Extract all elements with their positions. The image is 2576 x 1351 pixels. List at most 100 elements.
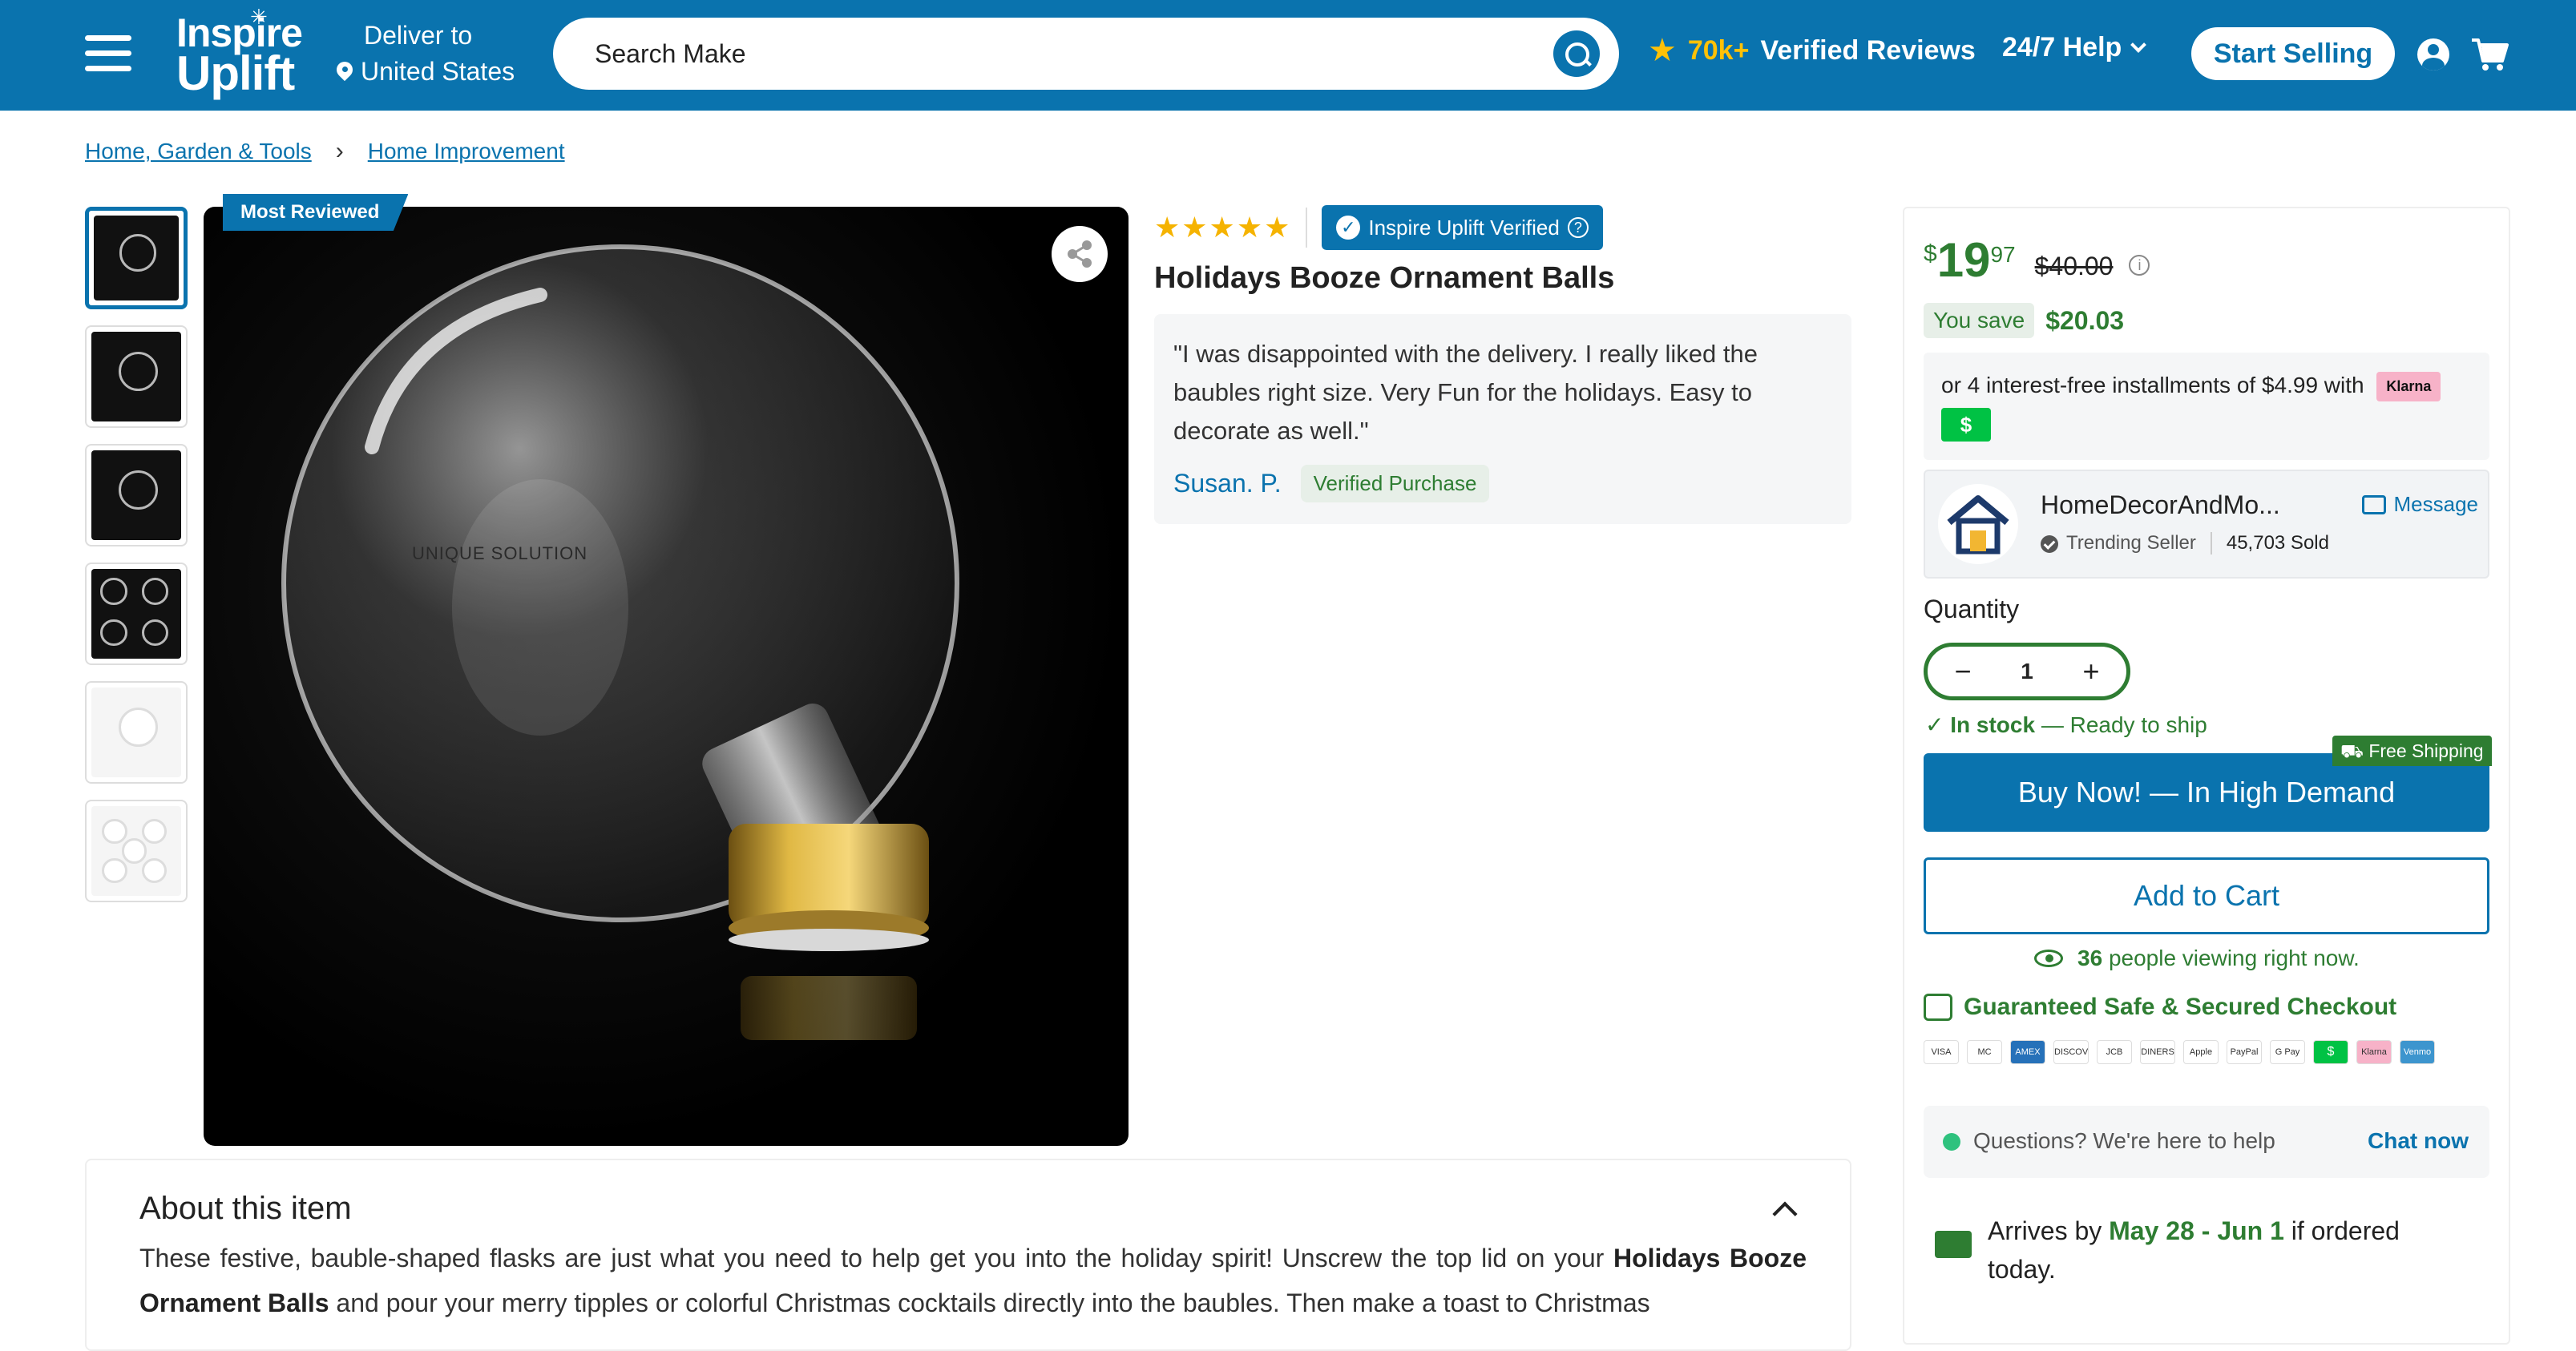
- image-watermark: UNIQUE SOLUTION: [412, 543, 588, 563]
- thumbnail-1[interactable]: [85, 207, 188, 309]
- stock-detail: — Ready to ship: [2041, 712, 2207, 737]
- share-button[interactable]: [1052, 226, 1108, 282]
- thumbnail-6[interactable]: [85, 800, 188, 902]
- thumbnail-2[interactable]: [85, 325, 188, 428]
- user-account-icon[interactable]: [2417, 38, 2449, 71]
- question-icon: ?: [1567, 217, 1589, 238]
- logo[interactable]: ✳ Inspire Uplift: [176, 5, 313, 98]
- add-to-cart-button[interactable]: Add to Cart: [1924, 857, 2489, 934]
- mastercard-icon: MC: [1967, 1040, 2002, 1064]
- thumbnail-3[interactable]: [85, 444, 188, 546]
- price: $ 19 97 $40.00 i: [1924, 232, 2150, 288]
- cart-icon[interactable]: [2470, 35, 2509, 74]
- most-reviewed-badge: Most Reviewed: [223, 194, 409, 231]
- review-quote: "I was disappointed with the delivery. I…: [1173, 340, 1758, 445]
- shopping-bag-icon: [1924, 994, 1952, 1021]
- verified-badge[interactable]: ✓ Inspire Uplift Verified ?: [1322, 205, 1603, 250]
- price-whole: 19: [1936, 233, 1991, 287]
- start-selling-button[interactable]: Start Selling: [2191, 27, 2395, 80]
- featured-review: "I was disappointed with the delivery. I…: [1154, 314, 1851, 524]
- price-old: $40.00: [2034, 252, 2114, 280]
- klarna-logo[interactable]: Klarna: [2376, 372, 2441, 401]
- seller-status: Trending Seller: [2041, 532, 2196, 555]
- verified-purchase-badge: Verified Purchase: [1300, 465, 1490, 502]
- viewing-count: 36: [2077, 946, 2103, 970]
- about-heading: About this item: [139, 1191, 352, 1226]
- viewing-text: people viewing right now.: [2108, 946, 2360, 970]
- viewers-count: 36 people viewing right now.: [2034, 946, 2360, 971]
- arrives-prefix: Arrives by: [1988, 1216, 2102, 1245]
- search-input[interactable]: [595, 32, 1476, 75]
- reviews-count: 70k+: [1687, 34, 1750, 66]
- seller-sold: 45,703 Sold: [2226, 532, 2329, 554]
- ornament-ball-image: [281, 244, 959, 1040]
- search-icon[interactable]: [1553, 30, 1600, 77]
- quantity-decrease-button[interactable]: −: [1947, 655, 1979, 688]
- house-icon: [1947, 495, 2009, 555]
- stock-status: ✓ In stock — Ready to ship: [1925, 712, 2207, 738]
- breadcrumb-separator: ›: [335, 138, 344, 164]
- help-chat-bar: Questions? We're here to help Chat now: [1924, 1106, 2489, 1178]
- location-pin-icon: [337, 62, 353, 83]
- cashapp-logo[interactable]: $: [1941, 408, 1991, 442]
- chat-now-link[interactable]: Chat now: [2368, 1128, 2469, 1154]
- about-section: About this item These festive, bauble-sh…: [85, 1159, 1851, 1351]
- discover-icon: DISCOVER: [2053, 1040, 2089, 1064]
- jcb-icon: JCB: [2097, 1040, 2132, 1064]
- paypal-icon: PayPal: [2227, 1040, 2262, 1064]
- stock-label: In stock: [1950, 712, 2036, 737]
- info-icon[interactable]: i: [2129, 255, 2150, 276]
- deliver-to[interactable]: Deliver to United States: [337, 21, 515, 87]
- seller-avatar[interactable]: [1938, 484, 2018, 564]
- safe-checkout: Guaranteed Safe & Secured Checkout: [1924, 994, 2396, 1021]
- product-title: Holidays Booze Ornament Balls: [1154, 261, 1615, 295]
- seller-name[interactable]: HomeDecorAndMo...: [2041, 490, 2280, 520]
- help-dropdown[interactable]: 24/7 Help: [2002, 32, 2147, 63]
- save-label: You save: [1924, 303, 2035, 338]
- rating-row: ★★★★★ ✓ Inspire Uplift Verified ?: [1154, 205, 1603, 250]
- message-seller-button[interactable]: Message: [2361, 492, 2479, 517]
- questions-text: Questions? We're here to help: [1973, 1128, 2275, 1153]
- amex-icon: AMEX: [2010, 1040, 2045, 1064]
- venmo-icon: Venmo: [2400, 1040, 2435, 1064]
- payment-methods: VISA MC AMEX DISCOVER JCB DINERS Apple P…: [1924, 1040, 2435, 1064]
- divider: [1306, 208, 1308, 248]
- menu-icon[interactable]: [85, 35, 131, 72]
- check-icon: [2041, 534, 2058, 553]
- quantity-value[interactable]: 1: [2021, 659, 2033, 684]
- about-text: These festive, bauble-shaped flasks are …: [139, 1244, 1807, 1317]
- safe-checkout-label: Guaranteed Safe & Secured Checkout: [1964, 994, 2397, 1020]
- deliver-location: United States: [361, 57, 515, 86]
- eye-icon: [2034, 950, 2063, 967]
- delivery-truck-icon: [1935, 1231, 1972, 1258]
- breadcrumb-home-garden-tools[interactable]: Home, Garden & Tools: [85, 139, 312, 164]
- thumbnail-list: [85, 207, 188, 918]
- message-icon: [2361, 494, 2386, 514]
- klarna-icon: Klarna: [2356, 1040, 2392, 1064]
- rating-stars[interactable]: ★★★★★: [1154, 211, 1291, 244]
- deliver-label: Deliver to: [364, 21, 473, 50]
- verified-reviews[interactable]: ★ 70k+ Verified Reviews: [1648, 32, 1976, 69]
- message-label: Message: [2393, 492, 2479, 516]
- seller-card: HomeDecorAndMo... Message Trending Selle…: [1924, 470, 2489, 579]
- breadcrumb: Home, Garden & Tools › Home Improvement: [85, 138, 565, 165]
- thumbnail-4[interactable]: [85, 563, 188, 665]
- arrival-estimate: Arrives by May 28 - Jun 1 if ordered tod…: [1988, 1212, 2469, 1288]
- arrives-dates: May 28 - Jun 1: [2109, 1216, 2284, 1245]
- save-amount: $20.03: [2045, 305, 2125, 335]
- price-cents: 97: [1990, 242, 2016, 267]
- reviews-label: Verified Reviews: [1760, 34, 1976, 66]
- installment-text: or 4 interest-free installments of $4.99…: [1941, 372, 2364, 397]
- help-label: 24/7 Help: [2002, 32, 2122, 63]
- savings: You save $20.03: [1924, 303, 2124, 338]
- online-status-icon: [1943, 1133, 1960, 1151]
- product-main-image[interactable]: UNIQUE SOLUTION: [204, 207, 1129, 1146]
- price-currency: $: [1924, 240, 1937, 267]
- breadcrumb-home-improvement[interactable]: Home Improvement: [368, 139, 565, 164]
- google-pay-icon: G Pay: [2270, 1040, 2305, 1064]
- installments: or 4 interest-free installments of $4.99…: [1924, 353, 2489, 460]
- thumbnail-5[interactable]: [85, 681, 188, 784]
- chevron-up-icon[interactable]: [1772, 1201, 1798, 1227]
- verified-badge-label: Inspire Uplift Verified: [1368, 215, 1560, 240]
- quantity-increase-button[interactable]: +: [2075, 655, 2107, 688]
